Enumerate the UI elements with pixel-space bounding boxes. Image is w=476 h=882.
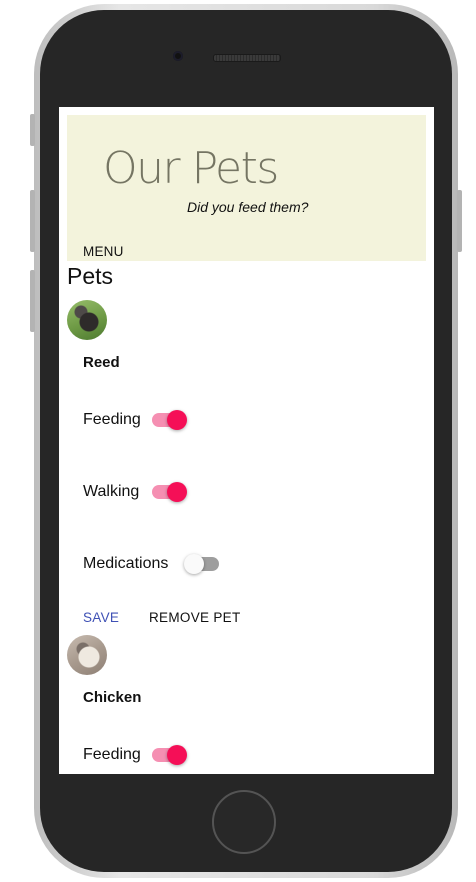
- toggle-thumb: [167, 410, 187, 430]
- section-title: Pets: [67, 263, 114, 289]
- app-header: Our Pets Did you feed them? MENU: [67, 115, 426, 261]
- feeding-toggle[interactable]: [152, 409, 188, 431]
- feeding-toggle[interactable]: [152, 744, 188, 766]
- app-subtitle: Did you feed them?: [187, 199, 309, 215]
- toggle-thumb: [167, 745, 187, 765]
- feeding-label: Feeding: [83, 411, 141, 428]
- remove-pet-button[interactable]: REMOVE PET: [149, 610, 241, 625]
- walking-toggle[interactable]: [152, 481, 188, 503]
- app-title: Our Pets: [103, 143, 279, 194]
- volume-down-button: [30, 270, 35, 332]
- pet-avatar-chicken: [67, 635, 107, 675]
- feeding-label: Feeding: [83, 746, 141, 763]
- volume-up-button: [30, 190, 35, 252]
- mute-switch: [30, 114, 35, 146]
- pet-avatar-reed: [67, 300, 107, 340]
- medications-label: Medications: [83, 555, 169, 572]
- power-button: [457, 190, 462, 252]
- home-button[interactable]: [212, 790, 276, 854]
- toggle-thumb: [167, 482, 187, 502]
- app-screen: Our Pets Did you feed them? MENU Pets Re…: [59, 107, 434, 774]
- menu-button[interactable]: MENU: [83, 244, 124, 259]
- walking-label: Walking: [83, 483, 140, 500]
- earpiece-speaker: [213, 54, 281, 62]
- save-button[interactable]: SAVE: [83, 610, 119, 625]
- front-camera: [173, 51, 183, 61]
- pet-name: Chicken: [83, 689, 142, 706]
- medications-toggle[interactable]: [184, 553, 221, 575]
- pet-name: Reed: [83, 354, 120, 371]
- toggle-thumb: [184, 554, 204, 574]
